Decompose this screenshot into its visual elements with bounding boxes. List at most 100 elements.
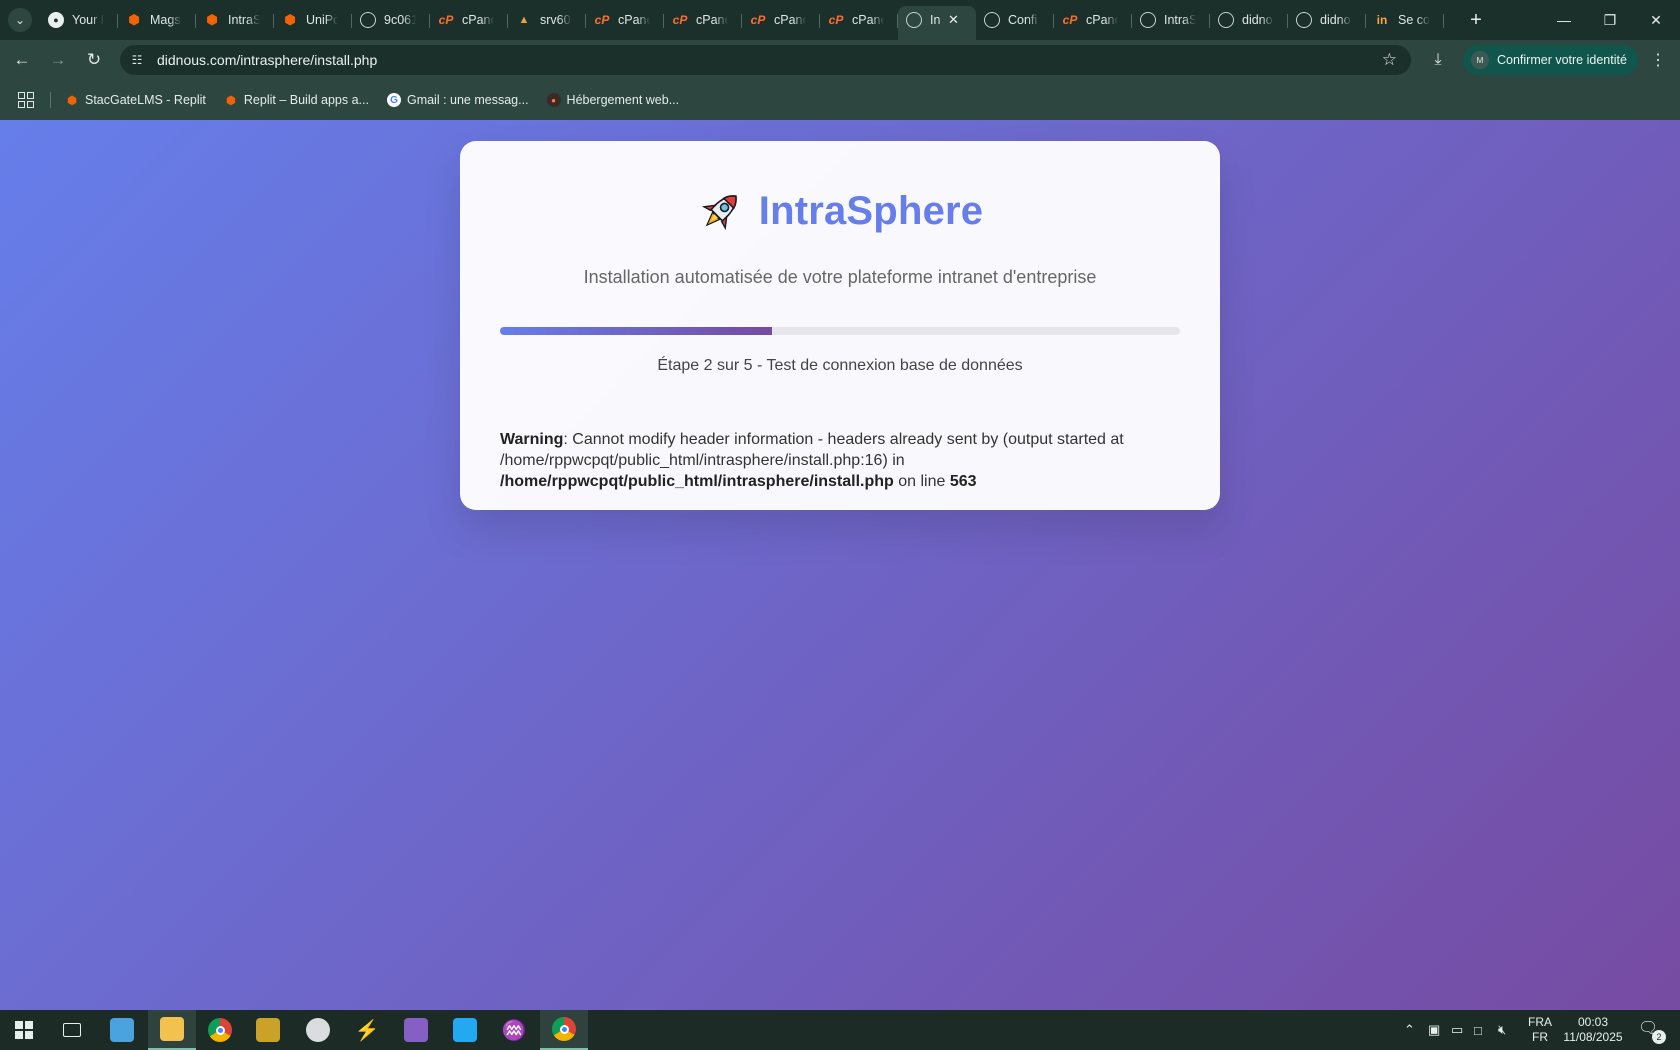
browser-tab[interactable]: ▲ srv60 xyxy=(508,6,586,34)
bookmark-label: Gmail : une messag... xyxy=(406,93,529,107)
restore-button[interactable]: ❐ xyxy=(1587,0,1633,40)
vscode-icon xyxy=(453,1018,477,1042)
apps-grid-icon[interactable] xyxy=(18,92,34,108)
taskbar-app-photos[interactable] xyxy=(244,1010,292,1050)
identity-button[interactable]: M Confirmer votre identité xyxy=(1463,45,1638,75)
browser-tab[interactable]: didno xyxy=(1288,6,1366,34)
paint-icon xyxy=(306,1018,330,1042)
taskbar-app-chrome[interactable] xyxy=(196,1010,244,1050)
taskbar-app-bolt[interactable]: ⚡ xyxy=(343,1010,391,1050)
tab-title: UniPo xyxy=(306,13,338,27)
browser-tab[interactable]: cP cPane xyxy=(820,6,898,34)
windows-taskbar: ⚡ ♒ ⌃ ▣ ▭ □ 🔇︎ FRA FR 00:03 11/08/2025 🗨… xyxy=(0,1010,1680,1050)
back-button[interactable]: ← xyxy=(10,48,34,72)
tab-title: cPane xyxy=(852,13,884,27)
browser-tab[interactable]: ● Your R xyxy=(40,6,118,34)
site-info-icon[interactable]: ☷ xyxy=(128,51,146,69)
tab-title: cPane xyxy=(618,13,650,27)
cpanel-icon: cP xyxy=(1062,13,1078,27)
browser-tab[interactable]: cP cPane xyxy=(1054,6,1132,34)
warning-line-number: 563 xyxy=(949,473,977,490)
minimize-button[interactable]: — xyxy=(1541,0,1587,40)
forward-button[interactable]: → xyxy=(46,48,70,72)
cpanel-icon: cP xyxy=(594,13,610,27)
show-hidden-icons-button[interactable]: ⌃ xyxy=(1404,1010,1415,1050)
browser-tab[interactable]: ⬢ UniPo xyxy=(274,6,352,34)
chrome-icon xyxy=(208,1018,232,1042)
globe-icon xyxy=(984,12,1000,28)
task-view-button[interactable] xyxy=(48,1010,96,1050)
cpanel-icon: cP xyxy=(828,13,844,27)
visual-studio-icon xyxy=(404,1018,428,1042)
browser-menu-icon[interactable]: ⋮ xyxy=(1648,48,1668,72)
cpanel-icon: cP xyxy=(750,13,766,27)
browser-tab[interactable]: didno xyxy=(1210,6,1288,34)
tab-title: cPane xyxy=(1086,13,1118,27)
close-tab-icon[interactable]: ✕ xyxy=(948,12,959,28)
google-icon: G xyxy=(386,93,401,107)
bookmark-label: StacGateLMS - Replit xyxy=(85,93,206,107)
notification-center-button[interactable]: 🗨︎ 2 xyxy=(1638,1018,1666,1044)
bookmark-item[interactable]: ⬢ StacGateLMS - Replit xyxy=(65,93,206,107)
replit-icon: ⬢ xyxy=(128,12,140,27)
cpanel-icon: cP xyxy=(438,13,454,27)
tab-active[interactable]: In ✕ xyxy=(898,6,976,40)
php-warning-message: Warning: Cannot modify header informatio… xyxy=(500,429,1180,492)
browser-tab[interactable]: cP cPane xyxy=(664,6,742,34)
new-tab-button[interactable]: + xyxy=(1464,8,1488,32)
warning-file-path: /home/rppwcpqt/public_html/intrasphere/i… xyxy=(500,473,894,490)
github-icon: ● xyxy=(48,12,64,28)
browser-tab[interactable]: cP cPane xyxy=(586,6,664,34)
taskbar-clock[interactable]: 00:03 11/08/2025 xyxy=(1560,1015,1626,1045)
download-icon[interactable]: ⤓ xyxy=(1426,48,1450,72)
browser-tab[interactable]: cP cPane xyxy=(742,6,820,34)
task-view-icon xyxy=(63,1023,81,1037)
url-text[interactable]: didnous.com/intrasphere/install.php xyxy=(157,52,377,68)
close-window-button[interactable]: ✕ xyxy=(1633,0,1679,40)
globe-icon xyxy=(1218,12,1234,28)
taskbar-app-cursor[interactable]: ♒ xyxy=(490,1010,538,1050)
reload-button[interactable]: ↻ xyxy=(82,48,106,72)
browser-tab[interactable]: IntraS xyxy=(1132,6,1210,34)
meet-now-icon[interactable]: ▣ xyxy=(1428,1010,1440,1050)
browser-tab[interactable]: Confi xyxy=(976,6,1054,34)
network-icon[interactable]: □ xyxy=(1474,1010,1482,1050)
tab-title: didno xyxy=(1320,13,1351,27)
language-indicator[interactable]: FRA FR xyxy=(1522,1015,1558,1045)
address-bar[interactable]: ☷ didnous.com/intrasphere/install.php ☆ xyxy=(120,45,1411,75)
language-code: FRA xyxy=(1528,1015,1552,1029)
chrome-profile-icon xyxy=(552,1017,576,1041)
clock-time: 00:03 xyxy=(1577,1015,1609,1029)
replit-icon: ⬢ xyxy=(284,12,296,27)
wave-app-icon: ♒ xyxy=(501,1019,527,1042)
replit-icon: ⬢ xyxy=(206,12,218,27)
warning-label: Warning xyxy=(500,431,564,448)
browser-tab[interactable]: in Se co xyxy=(1366,6,1444,34)
bookmark-item[interactable]: G Gmail : une messag... xyxy=(386,93,529,107)
bookmark-star-icon[interactable]: ☆ xyxy=(1382,50,1397,70)
browser-tab[interactable]: cP cPane xyxy=(430,6,508,34)
battery-icon[interactable]: ▭ xyxy=(1451,1010,1463,1050)
browser-tab[interactable]: 9c061 xyxy=(352,6,430,34)
browser-toolbar: ← → ↻ ☷ didnous.com/intrasphere/install.… xyxy=(0,40,1680,80)
taskbar-app-explorer[interactable] xyxy=(148,1010,196,1050)
browser-tab[interactable]: ⬢ IntraS xyxy=(196,6,274,34)
bookmark-item[interactable]: ⬢ Replit – Build apps a... xyxy=(224,93,369,107)
start-button[interactable] xyxy=(0,1010,48,1050)
taskbar-app-vscode[interactable] xyxy=(441,1010,489,1050)
bookmark-item[interactable]: ● Hébergement web... xyxy=(546,93,680,107)
avatar: M xyxy=(1471,51,1489,69)
install-progress-bar xyxy=(500,327,1180,335)
tab-search-button[interactable]: ⌄ xyxy=(8,8,32,32)
taskbar-app-pc[interactable] xyxy=(98,1010,146,1050)
tab-title: cPane xyxy=(696,13,728,27)
bookmark-label: Hébergement web... xyxy=(566,93,680,107)
taskbar-app-paint[interactable] xyxy=(294,1010,342,1050)
browser-tab[interactable]: ⬢ Magst xyxy=(118,6,196,34)
tab-title: Se co xyxy=(1398,13,1430,27)
step-indicator: Étape 2 sur 5 - Test de connexion base d… xyxy=(657,357,1023,374)
install-card: IntraSphere Installation automatisée de … xyxy=(460,141,1220,510)
volume-muted-icon[interactable]: 🔇︎ xyxy=(1498,1010,1506,1050)
taskbar-app-visual-studio[interactable] xyxy=(392,1010,440,1050)
taskbar-app-chrome-profile[interactable] xyxy=(540,1010,588,1050)
